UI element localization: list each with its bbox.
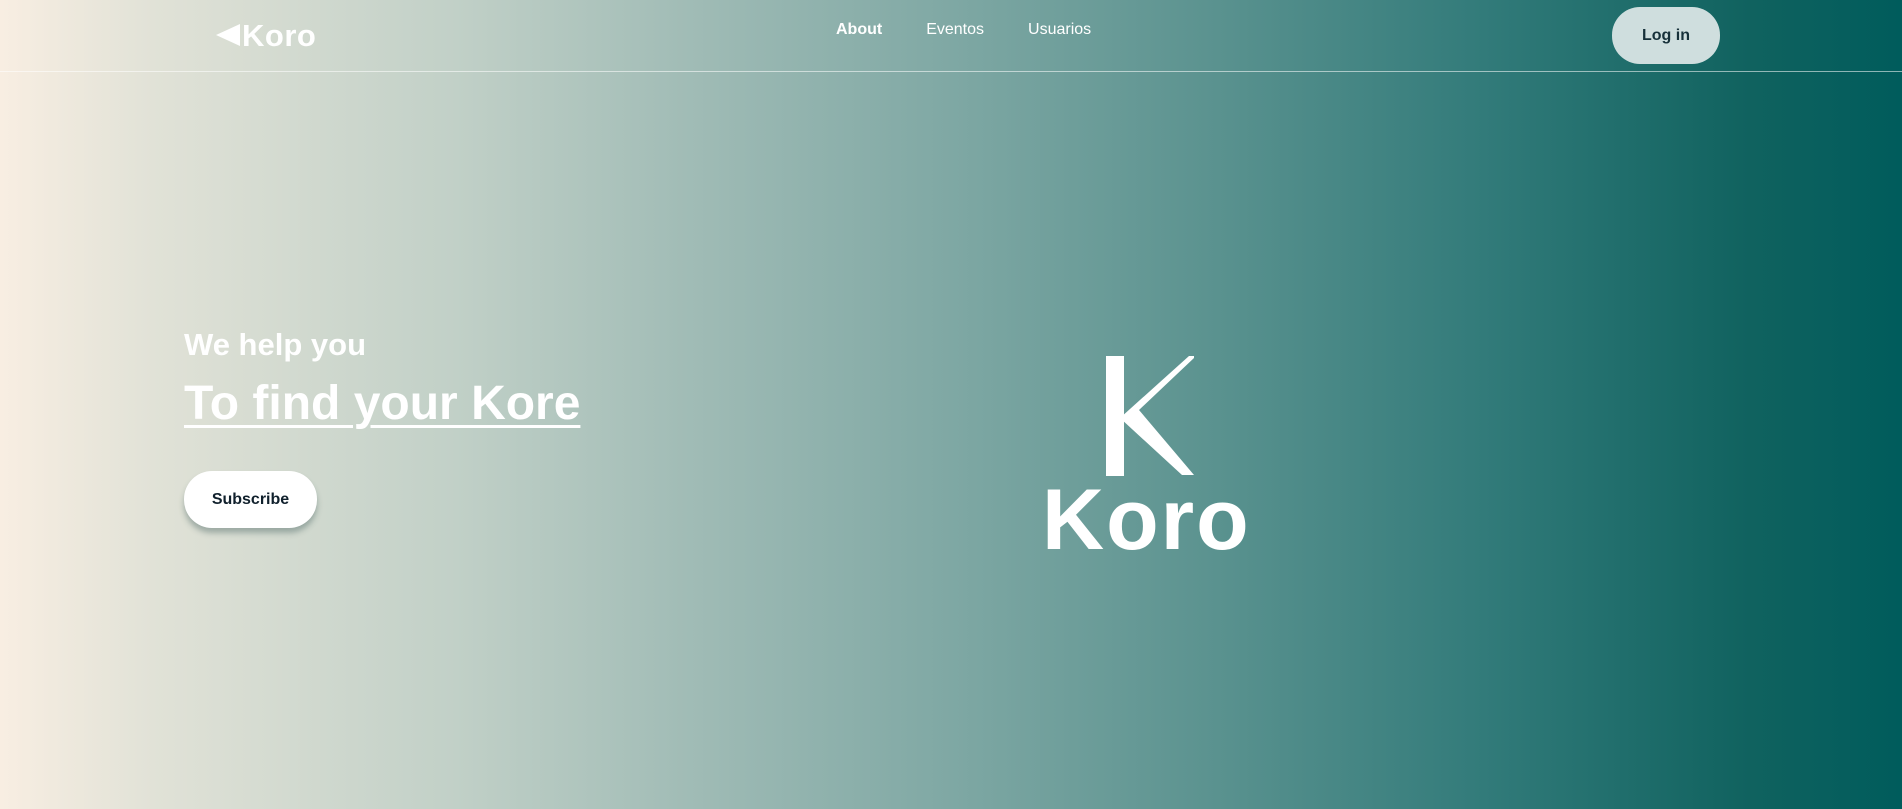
brand-name: Koro <box>242 17 317 53</box>
site-header: Koro About Eventos Usuarios Log in <box>0 0 1902 72</box>
hero-headline: To find your Kore <box>184 377 581 430</box>
nav-usuarios-link[interactable]: Usuarios <box>1028 22 1091 38</box>
subscribe-button[interactable]: Subscribe <box>184 471 317 528</box>
koro-k-logo-icon <box>1106 356 1194 476</box>
hero-copy: We help you To find your Kore <box>184 329 684 428</box>
login-button[interactable]: Log in <box>1612 7 1720 64</box>
triangle-left-icon <box>216 24 240 46</box>
nav-about-link[interactable]: About <box>836 22 882 38</box>
koro-logo: Koro <box>1042 356 1263 564</box>
hero-eyebrow: We help you <box>184 327 367 362</box>
nav-eventos-link[interactable]: Eventos <box>926 22 984 38</box>
hero-logo-text: Koro <box>1042 472 1251 568</box>
main-navigation: About Eventos Usuarios <box>836 22 1091 38</box>
brand-logo-link[interactable]: Koro <box>216 15 316 55</box>
